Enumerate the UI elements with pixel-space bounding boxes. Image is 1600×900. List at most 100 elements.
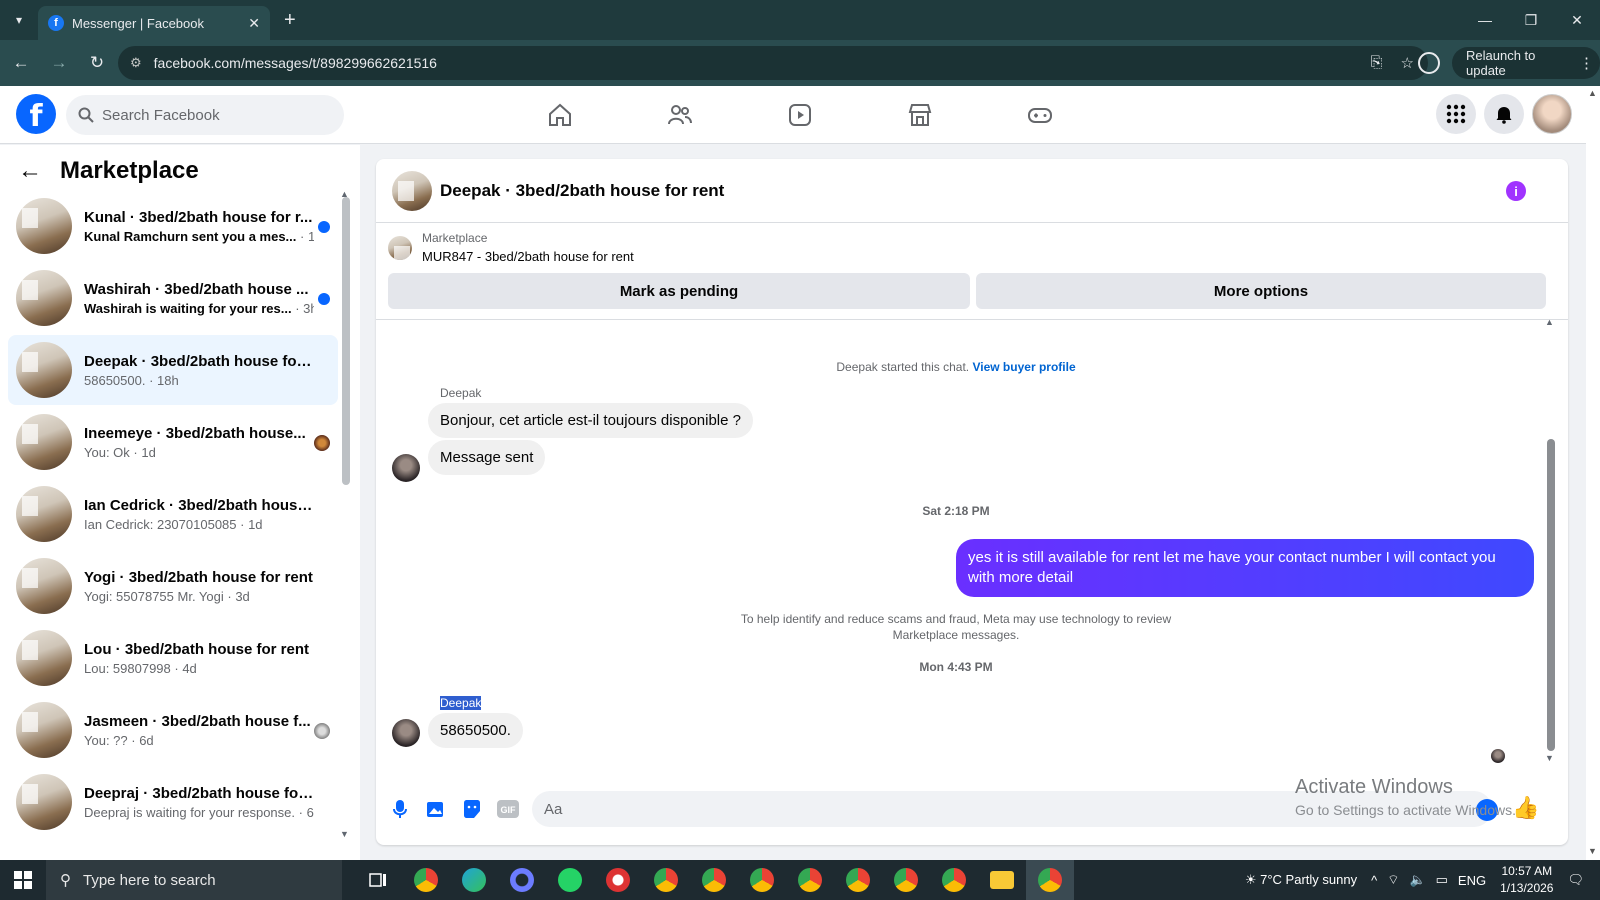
- chrome-icon[interactable]: [786, 860, 834, 900]
- timestamp: Sat 2:18 PM: [922, 504, 990, 518]
- facebook-logo-icon[interactable]: f: [16, 94, 56, 134]
- conversation-item[interactable]: Ineemeye · 3bed/2bath house... You: Ok ·…: [8, 407, 338, 477]
- outgoing-message[interactable]: yes it is still available for rent let m…: [956, 539, 1534, 597]
- chrome-icon[interactable]: [882, 860, 930, 900]
- sender-avatar[interactable]: [392, 719, 420, 747]
- install-app-icon[interactable]: ⎘: [1371, 54, 1383, 72]
- conversation-item-active[interactable]: Deepak · 3bed/2bath house for ... 586505…: [8, 335, 338, 405]
- volume-icon[interactable]: 🔈: [1409, 872, 1425, 888]
- tray-chevron-icon[interactable]: ^: [1371, 873, 1377, 888]
- conversation-item[interactable]: Lou · 3bed/2bath house for rent Lou: 598…: [8, 623, 338, 693]
- edge-icon[interactable]: [450, 860, 498, 900]
- chrome-icon-active[interactable]: [1026, 860, 1074, 900]
- chrome-icon[interactable]: [738, 860, 786, 900]
- chrome-icon[interactable]: [690, 860, 738, 900]
- windows-start-icon[interactable]: [0, 860, 46, 900]
- language-indicator[interactable]: ENG: [1458, 873, 1486, 888]
- info-icon[interactable]: i: [1506, 181, 1526, 201]
- sidebar-scrollbar[interactable]: [342, 197, 350, 485]
- account-avatar[interactable]: [1532, 94, 1572, 134]
- whatsapp-icon[interactable]: [546, 860, 594, 900]
- listing-banner[interactable]: Marketplace MUR847 - 3bed/2bath house fo…: [388, 231, 634, 264]
- conversation-item[interactable]: Kunal · 3bed/2bath house for r... Kunal …: [8, 191, 338, 261]
- chat-listing-avatar[interactable]: [392, 170, 432, 211]
- taskbar-search[interactable]: ⚲ Type here to search: [46, 860, 342, 900]
- relaunch-to-update-button[interactable]: Relaunch to update: [1452, 47, 1600, 79]
- site-info-icon[interactable]: ⚙: [130, 55, 142, 71]
- back-arrow-icon[interactable]: ←: [18, 157, 42, 185]
- weather-widget[interactable]: ☀ 7°C Partly sunny: [1245, 872, 1357, 888]
- address-bar[interactable]: ⚙ facebook.com/messages/t/89829966262151…: [118, 46, 1428, 80]
- marketplace-icon[interactable]: [860, 86, 980, 144]
- windows-taskbar: ⚲ Type here to search ☀ 7°C Partly sunny…: [0, 860, 1600, 900]
- home-icon[interactable]: [500, 86, 620, 144]
- file-explorer-icon[interactable]: [978, 860, 1026, 900]
- chrome-icon[interactable]: [642, 860, 690, 900]
- page-scroll-up-icon[interactable]: ▲: [1588, 88, 1597, 98]
- task-view-icon[interactable]: [354, 860, 402, 900]
- divider: [376, 319, 1568, 320]
- sticker-icon[interactable]: [454, 791, 490, 827]
- gaming-icon[interactable]: [980, 86, 1100, 144]
- notifications-bell-icon[interactable]: [1484, 94, 1524, 134]
- close-window-button[interactable]: ✕: [1554, 0, 1600, 40]
- incoming-message[interactable]: 58650500.: [428, 713, 523, 748]
- back-button[interactable]: ←: [4, 46, 38, 80]
- conversation-item[interactable]: Ian Cedrick · 3bed/2bath house ... Ian C…: [8, 479, 338, 549]
- search-icon: [78, 107, 94, 123]
- gif-icon[interactable]: GIF: [490, 791, 526, 827]
- conversation-item[interactable]: Jasmeen · 3bed/2bath house f... You: ?? …: [8, 695, 338, 765]
- photo-icon[interactable]: [418, 791, 454, 827]
- conversation-name: Jasmeen · 3bed/2bath house f...: [84, 712, 311, 730]
- listing-thumbnail: [16, 342, 72, 398]
- conversation-preview: Washirah is waiting for your res... · 3h: [84, 300, 314, 316]
- search-icon: ⚲: [60, 872, 71, 889]
- tab-search-dropdown[interactable]: ▾: [0, 0, 38, 40]
- browser-profile-icon[interactable]: [1418, 52, 1440, 74]
- chrome-icon[interactable]: [930, 860, 978, 900]
- restore-button[interactable]: ❐: [1508, 0, 1554, 40]
- browser-tab[interactable]: f Messenger | Facebook ✕: [38, 6, 270, 40]
- seen-avatar-icon: [314, 435, 330, 451]
- scroll-up-arrow-icon[interactable]: ▲: [1545, 317, 1554, 327]
- scroll-down-arrow-icon[interactable]: ▼: [1545, 753, 1554, 763]
- page-scrollbar[interactable]: ▲ ▼: [1586, 86, 1600, 860]
- conversation-item[interactable]: Deepraj · 3bed/2bath house for ... Deepr…: [8, 767, 338, 837]
- chrome-icon[interactable]: [834, 860, 882, 900]
- conversation-item[interactable]: Washirah · 3bed/2bath house ... Washirah…: [8, 263, 338, 333]
- notification-center-icon[interactable]: 🗨: [1567, 872, 1584, 888]
- incoming-message[interactable]: Bonjour, cet article est-il toujours dis…: [428, 403, 753, 438]
- minimize-button[interactable]: —: [1462, 0, 1508, 40]
- chat-scrollbar[interactable]: [1547, 439, 1555, 751]
- conversation-item[interactable]: Yogi · 3bed/2bath house for rent Yogi: 5…: [8, 551, 338, 621]
- listing-title: MUR847 - 3bed/2bath house for rent: [422, 249, 634, 264]
- new-tab-button[interactable]: +: [284, 9, 296, 32]
- menu-grid-icon[interactable]: [1436, 94, 1476, 134]
- mark-as-pending-button[interactable]: Mark as pending: [388, 273, 970, 309]
- app-icon[interactable]: [498, 860, 546, 900]
- battery-icon[interactable]: ▭: [1436, 872, 1448, 888]
- chat-title[interactable]: Deepak · 3bed/2bath house for rent: [440, 181, 724, 201]
- sender-avatar[interactable]: [392, 454, 420, 482]
- chat-header: Deepak · 3bed/2bath house for rent i: [376, 159, 1568, 223]
- scroll-down-arrow-icon[interactable]: ▼: [340, 829, 349, 839]
- search-input[interactable]: Search Facebook: [66, 95, 344, 135]
- more-options-button[interactable]: More options: [976, 273, 1546, 309]
- conversation-name: Yogi · 3bed/2bath house for rent: [84, 568, 313, 586]
- clock[interactable]: 10:57 AM 1/13/2026: [1500, 863, 1553, 897]
- view-buyer-profile-link[interactable]: View buyer profile: [972, 360, 1075, 374]
- chrome-icon[interactable]: [402, 860, 450, 900]
- thumbs-up-icon[interactable]: 👍: [1512, 795, 1539, 821]
- video-icon[interactable]: [740, 86, 860, 144]
- listing-thumbnail: [16, 486, 72, 542]
- forward-button[interactable]: →: [42, 46, 76, 80]
- friends-icon[interactable]: [620, 86, 740, 144]
- bookmark-star-icon[interactable]: ☆: [1401, 54, 1414, 72]
- close-tab-icon[interactable]: ✕: [248, 15, 260, 32]
- page-scroll-down-icon[interactable]: ▼: [1588, 846, 1597, 856]
- network-icon[interactable]: ⌔: [1387, 872, 1399, 888]
- incoming-message[interactable]: Message sent: [428, 440, 546, 475]
- reload-button[interactable]: ↻: [80, 46, 114, 80]
- microphone-icon[interactable]: [382, 791, 418, 827]
- wpm-icon[interactable]: [594, 860, 642, 900]
